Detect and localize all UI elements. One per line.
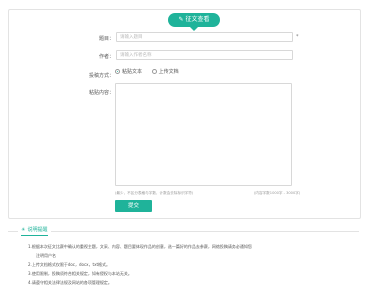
- tip-2: 2.上传文档格式仅限于doc，docx，txt格式。: [28, 262, 111, 267]
- method-label: 投稿方式：: [88, 73, 114, 79]
- title-label: 题目：: [98, 36, 114, 42]
- content-hint: (最少，不区分表格与字数，计数会去除标识字符): [115, 191, 194, 195]
- divider: [8, 231, 359, 232]
- radio-upload-doc[interactable]: 上传文档: [151, 69, 179, 75]
- tip-3: 3.使用限制，投稿须符合相关规定，如有侵权与本站无关。: [28, 271, 132, 276]
- submit-button[interactable]: 提交: [115, 200, 152, 212]
- tip-1-cont: 注明用户名: [36, 253, 56, 258]
- guide-title-text: 说明提醒: [27, 227, 48, 233]
- tab-pointer: [190, 27, 198, 31]
- radio-upload-doc-label: 上传文档: [158, 69, 179, 75]
- tab-label: 征文查看: [185, 16, 210, 23]
- content-textarea[interactable]: [115, 83, 292, 186]
- guide-title: ☀ 说明提醒: [18, 226, 51, 236]
- content-label: 粘贴内容：: [88, 90, 114, 96]
- radio-unselected-icon: [151, 69, 157, 74]
- tip-4: 4.请遵守相关法律法规及网站的各项管理规定。: [28, 280, 112, 285]
- content-limit: (内容字数1000字 - 3000字): [254, 191, 301, 195]
- author-label: 作者：: [98, 54, 114, 60]
- author-input[interactable]: 请输入作者名称: [116, 50, 293, 60]
- required-mark: *: [296, 34, 299, 40]
- radio-paste-text-label: 粘贴文本: [122, 69, 143, 75]
- guide-tips: 1.根据本次征文比赛中确认的重视主题，文采、内容、题目要体现作品的创意，选一篇好…: [28, 242, 328, 287]
- guide-header: ☀ 说明提醒: [8, 226, 359, 236]
- radio-selected-icon: [115, 69, 120, 74]
- submission-method-group: 粘贴文本 上传文档: [115, 68, 179, 75]
- tab-essay-view[interactable]: ✎ 征文查看: [168, 13, 220, 27]
- title-input[interactable]: 请输入题目: [116, 32, 293, 42]
- bulb-icon: ☀: [21, 227, 26, 233]
- tip-1: 1.根据本次征文比赛中确认的重视主题，文采、内容、题目要体现作品的创意，选一篇好…: [28, 244, 252, 249]
- edit-icon: ✎: [178, 16, 184, 23]
- radio-paste-text[interactable]: 粘贴文本: [115, 69, 142, 75]
